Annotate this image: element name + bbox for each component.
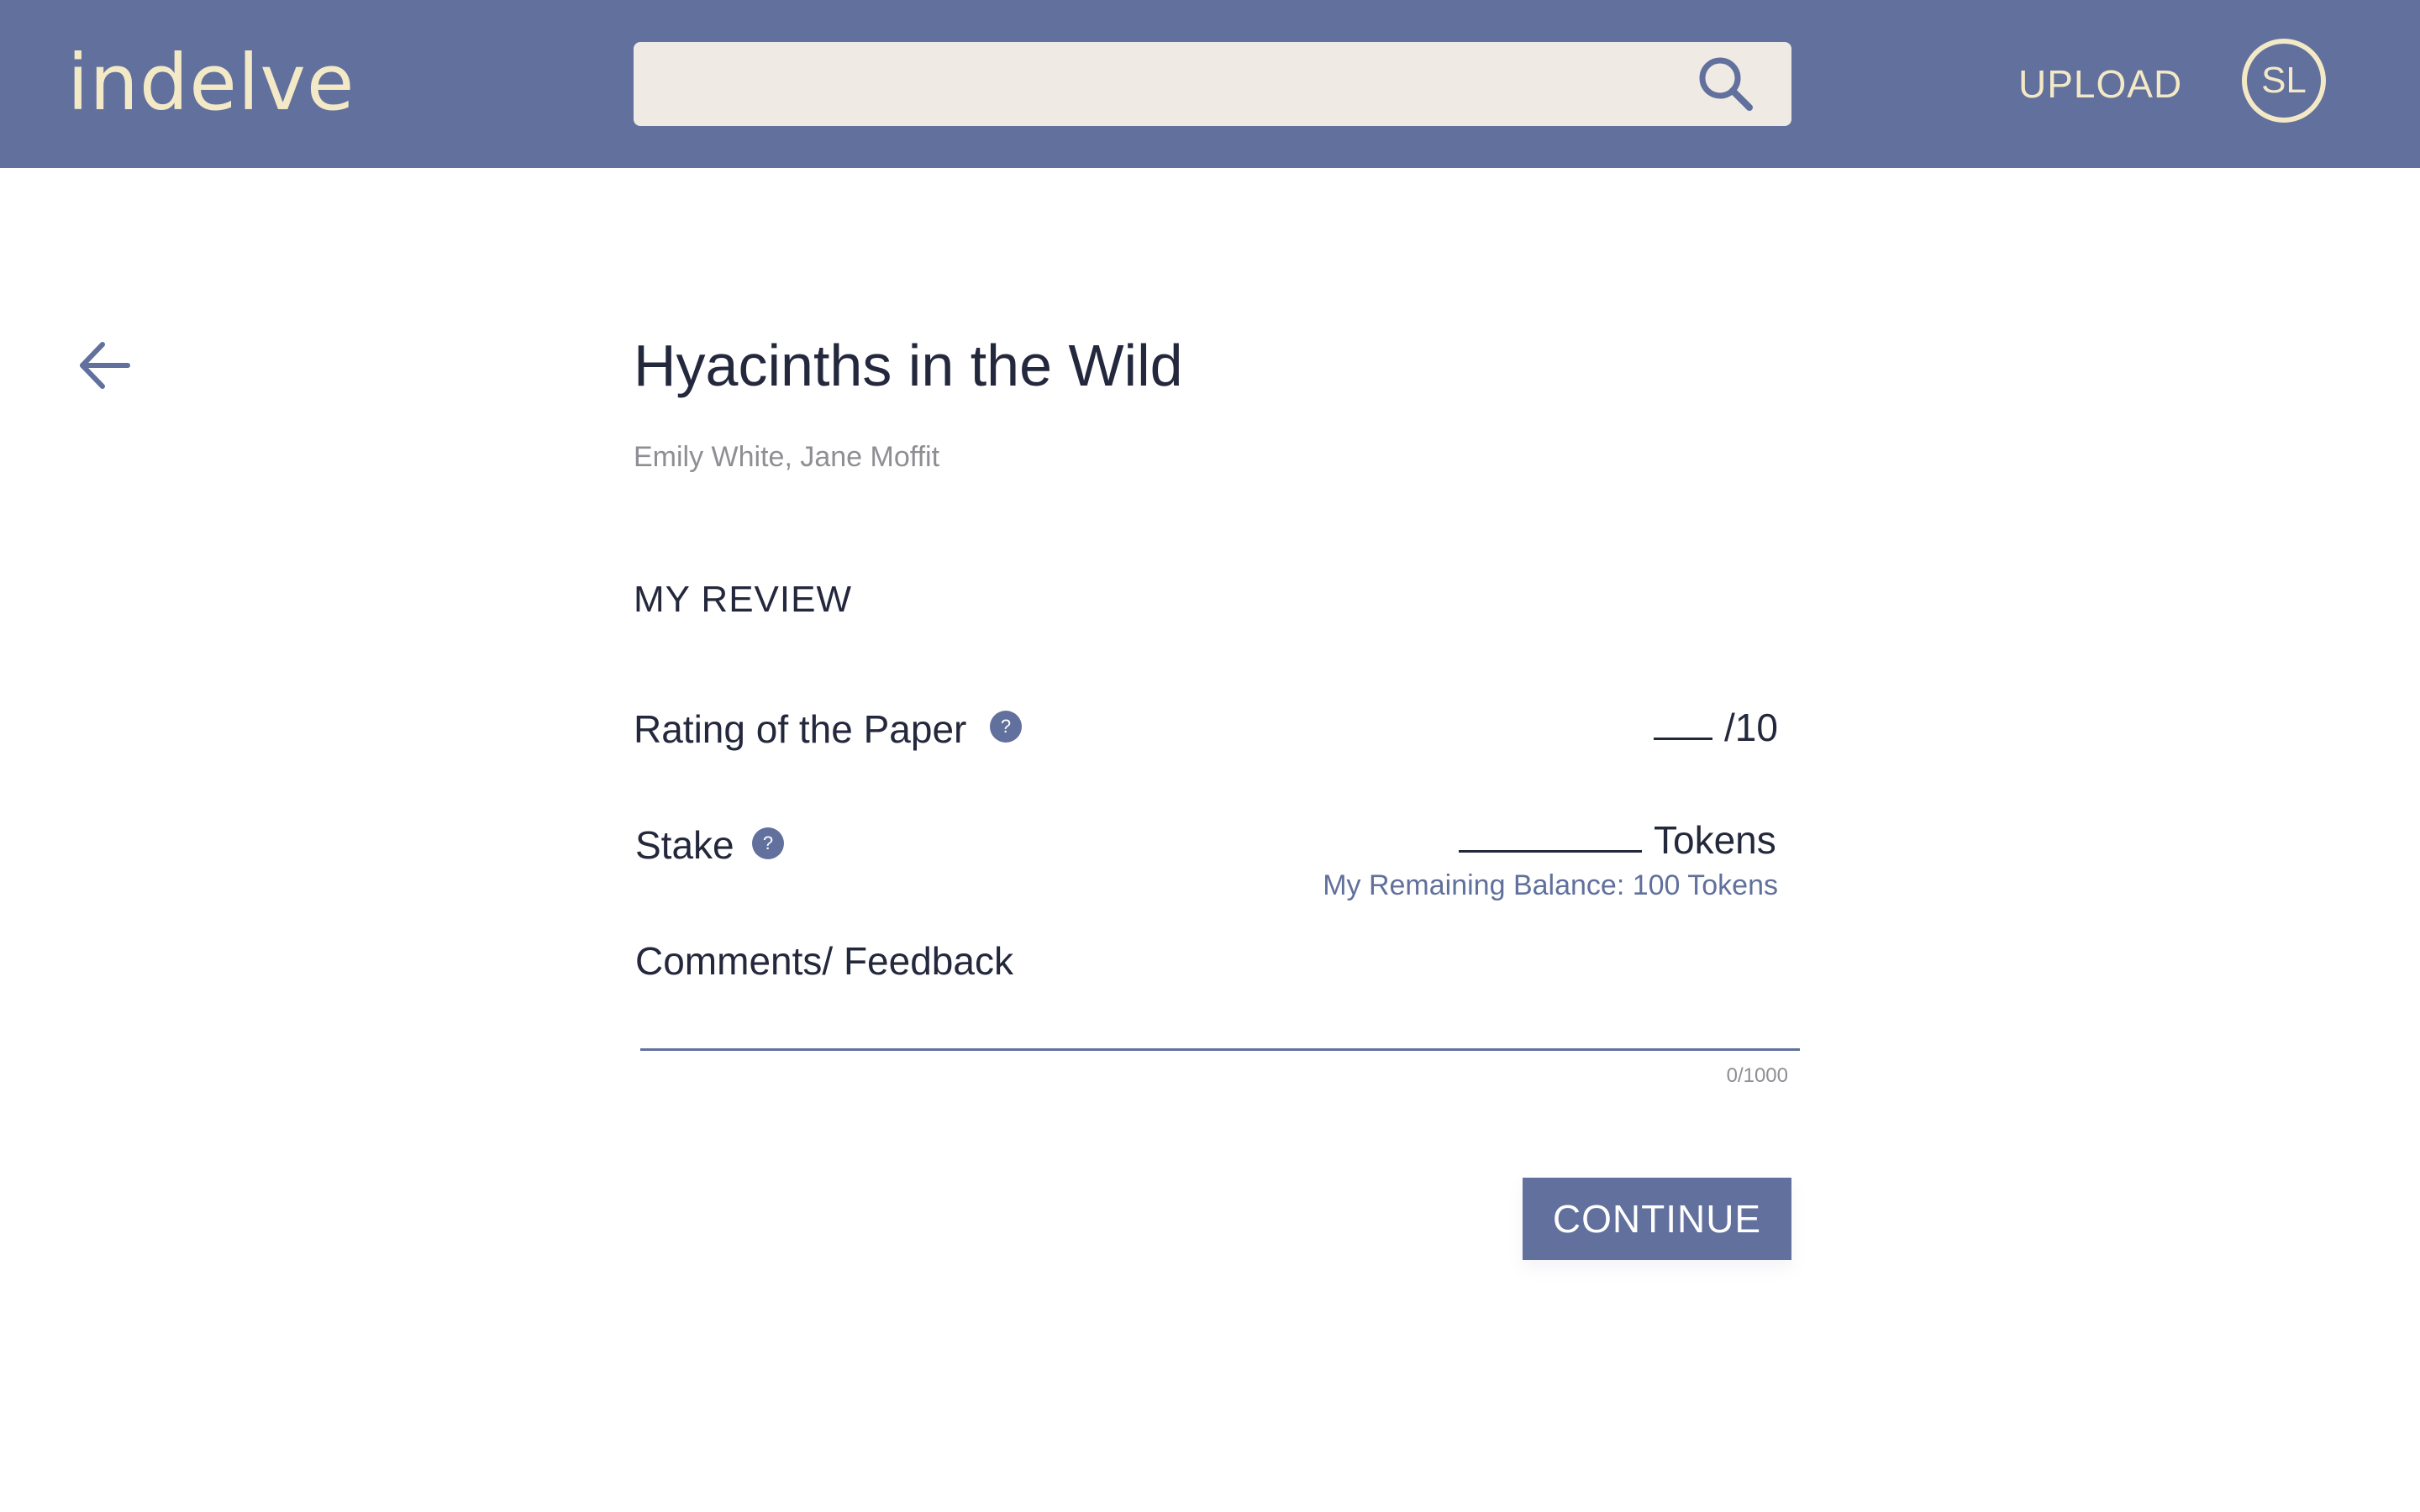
top-bar: indelve UPLOAD SL xyxy=(0,0,2420,168)
upload-link[interactable]: UPLOAD xyxy=(2018,60,2182,108)
avatar[interactable]: SL xyxy=(2242,39,2326,123)
stake-unit: Tokens xyxy=(1654,818,1776,862)
paper-authors: Emily White, Jane Moffit xyxy=(634,441,940,473)
avatar-initials: SL xyxy=(2261,60,2307,101)
paper-title: Hyacinths in the Wild xyxy=(634,333,1183,398)
rating-help-icon[interactable]: ? xyxy=(990,711,1022,743)
comments-input[interactable] xyxy=(640,991,1800,1051)
search-icon[interactable] xyxy=(1692,50,1760,118)
search-input[interactable] xyxy=(659,42,1670,128)
rating-label: Rating of the Paper xyxy=(634,707,967,751)
back-arrow-icon[interactable] xyxy=(76,336,134,395)
search-bar[interactable] xyxy=(634,42,1791,128)
character-counter: 0/1000 xyxy=(1726,1064,1788,1087)
stake-label: Stake xyxy=(635,823,734,867)
rating-max: /10 xyxy=(1724,706,1778,749)
stake-input[interactable] xyxy=(1459,811,1645,852)
rating-underline xyxy=(1654,738,1712,740)
continue-button[interactable]: CONTINUE xyxy=(1523,1178,1791,1260)
section-heading: MY REVIEW xyxy=(634,579,853,620)
comments-label: Comments/ Feedback xyxy=(635,939,1013,983)
stake-underline xyxy=(1459,850,1642,853)
rating-input[interactable] xyxy=(1654,701,1716,739)
stake-help-icon[interactable]: ? xyxy=(752,827,784,859)
remaining-balance: My Remaining Balance: 100 Tokens xyxy=(1323,869,1778,901)
logo[interactable]: indelve xyxy=(67,37,355,129)
